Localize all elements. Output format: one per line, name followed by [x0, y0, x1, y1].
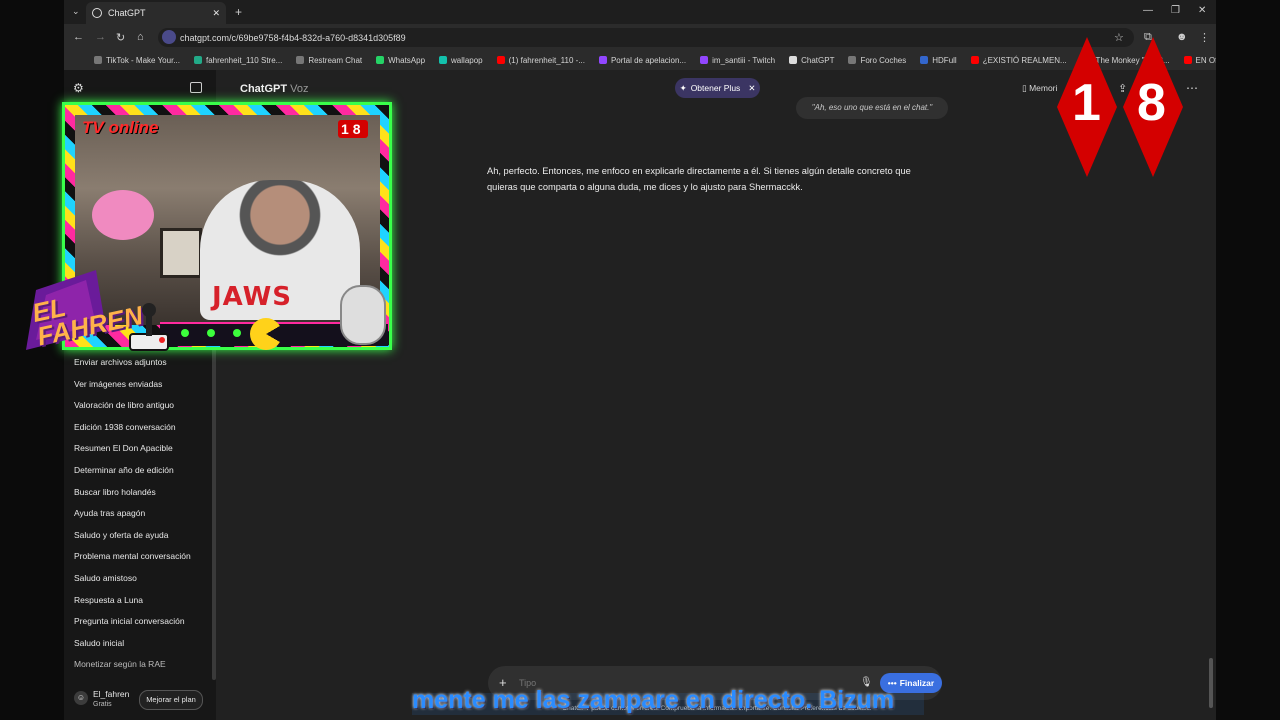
- get-plus-button[interactable]: ✦ Obtener Plus ✕: [675, 78, 760, 98]
- tab-close-icon[interactable]: ✕: [212, 8, 220, 19]
- live-subtitle: mente me las zampare en directo. Bizum: [412, 686, 895, 714]
- tab-search-icon[interactable]: ⌄: [72, 6, 80, 17]
- pink-hat-figure: [92, 190, 154, 240]
- url-field[interactable]: chatgpt.com/c/69be9758-f4b4-832d-a760-d8…: [158, 28, 1134, 47]
- sidebar-history-item[interactable]: Respuesta a Luna: [74, 595, 143, 605]
- sidebar-history-item[interactable]: Problema mental conversación: [74, 551, 191, 561]
- toggle-sidebar-icon[interactable]: [190, 82, 202, 93]
- upgrade-plan-button[interactable]: Mejorar el plan: [139, 690, 203, 710]
- bookmark-item[interactable]: EN Official U...: [1183, 56, 1216, 65]
- forward-icon[interactable]: →: [95, 31, 106, 43]
- bookmark-item[interactable]: HDFull: [920, 56, 957, 65]
- sidebar-history-item[interactable]: Saludo amistoso: [74, 573, 137, 583]
- memory-label: Memori: [1029, 83, 1058, 93]
- home-icon[interactable]: ⌂: [137, 31, 144, 43]
- bookmark-item[interactable]: im_santiii - Twitch: [700, 56, 775, 65]
- pacman-icon: [250, 318, 282, 350]
- maximize-button[interactable]: ❐: [1171, 5, 1180, 16]
- astronaut-icon: [340, 285, 386, 345]
- bookmark-item[interactable]: ¿EXISTIÓ REALMEN...: [970, 56, 1067, 65]
- profile-icon[interactable]: ☻: [1176, 31, 1188, 43]
- pac-dot: [233, 329, 241, 337]
- bookmark-item[interactable]: (1) fahrenheit_110 -...: [496, 56, 585, 65]
- bookmarks-bar: TikTok - Make Your... fahrenheit_110 Str…: [64, 50, 1216, 70]
- bookmark-item[interactable]: Foro Coches: [848, 56, 906, 65]
- pac-dot: [207, 329, 215, 337]
- chatgpt-favicon-icon: [92, 8, 102, 18]
- sidebar-history-item[interactable]: Buscar libro holandés: [74, 487, 156, 497]
- sidebar-history-item[interactable]: Resumen El Don Apacible: [74, 443, 173, 453]
- bookmark-item[interactable]: TikTok - Make Your...: [94, 56, 180, 65]
- get-plus-label: Obtener Plus: [690, 83, 741, 93]
- sidebar-history-item[interactable]: Valoración de libro antiguo: [74, 400, 174, 410]
- sparkle-icon: ✦: [679, 82, 687, 93]
- bookmark-item[interactable]: fahrenheit_110 Stre...: [193, 56, 282, 65]
- finalize-label: Finalizar: [899, 678, 935, 688]
- main-scrollbar[interactable]: [1209, 658, 1213, 708]
- more-options-icon[interactable]: ⋯: [1186, 81, 1198, 95]
- back-icon[interactable]: ←: [73, 31, 84, 43]
- sidebar-history-item[interactable]: Ver imágenes enviadas: [74, 379, 162, 389]
- model-name: ChatGPT: [240, 83, 288, 95]
- pac-dot: [181, 329, 189, 337]
- user-message-bubble: "Ah, eso uno que está en el chat.": [796, 97, 948, 119]
- bookmark-item[interactable]: Portal de apelacion...: [598, 56, 686, 65]
- user-name[interactable]: El_fahren: [93, 689, 129, 699]
- tv-online-label: TV online: [82, 118, 159, 137]
- model-variant: Voz: [290, 83, 309, 95]
- browser-tab[interactable]: ChatGPT ✕: [86, 2, 226, 24]
- extensions-icon[interactable]: ⧉: [1144, 31, 1152, 44]
- user-avatar[interactable]: ☺: [74, 691, 88, 705]
- share-icon[interactable]: ⇪: [1118, 82, 1127, 95]
- age-badge-digit: 8: [1137, 74, 1166, 132]
- sidebar-history-item[interactable]: Pregunta inicial conversación: [74, 616, 185, 626]
- tab-title: ChatGPT: [108, 8, 146, 18]
- shirt-text: JAWS: [212, 282, 293, 312]
- wall-picture: [160, 228, 202, 278]
- sidebar-history-item[interactable]: Saludo inicial: [74, 638, 124, 648]
- user-plan: Gratis: [93, 701, 112, 708]
- bookmark-item[interactable]: wallapop: [439, 56, 483, 65]
- url-text: chatgpt.com/c/69be9758-f4b4-832d-a760-d8…: [180, 32, 406, 43]
- close-window-button[interactable]: ✕: [1198, 5, 1206, 16]
- bookmark-item[interactable]: Restream Chat: [296, 56, 362, 65]
- memory-icon: ▯: [1022, 83, 1027, 93]
- bookmark-star-icon[interactable]: ☆: [1114, 31, 1124, 44]
- bookmark-item[interactable]: ChatGPT: [789, 56, 834, 65]
- site-info-icon[interactable]: [162, 30, 176, 44]
- sidebar-history-item[interactable]: Determinar año de edición: [74, 465, 174, 475]
- openai-logo-icon[interactable]: ⚙: [73, 81, 84, 95]
- bookmark-item[interactable]: WhatsApp: [376, 56, 425, 65]
- sidebar-history-item[interactable]: Monetizar según la RAE: [74, 659, 166, 669]
- memory-button[interactable]: ▯ Memori: [1022, 83, 1057, 94]
- model-selector[interactable]: ChatGPT Voz: [240, 83, 308, 95]
- sidebar-history-item[interactable]: Edición 1938 conversación: [74, 422, 176, 432]
- age-badge-digit: 1: [1072, 74, 1101, 132]
- minimize-button[interactable]: —: [1143, 5, 1153, 16]
- reload-icon[interactable]: ↻: [116, 31, 125, 44]
- joystick-icon: [129, 303, 169, 351]
- sidebar-history-item[interactable]: Saludo y oferta de ayuda: [74, 530, 169, 540]
- assistant-message: Ah, perfecto. Entonces, me enfoco en exp…: [487, 166, 911, 192]
- cam-age-badge: 18: [338, 120, 368, 138]
- browser-menu-icon[interactable]: ⋮: [1199, 31, 1210, 44]
- dismiss-plus-icon[interactable]: ✕: [748, 83, 755, 94]
- new-tab-button[interactable]: +: [235, 5, 242, 19]
- sidebar-history-item[interactable]: Ayuda tras apagón: [74, 508, 145, 518]
